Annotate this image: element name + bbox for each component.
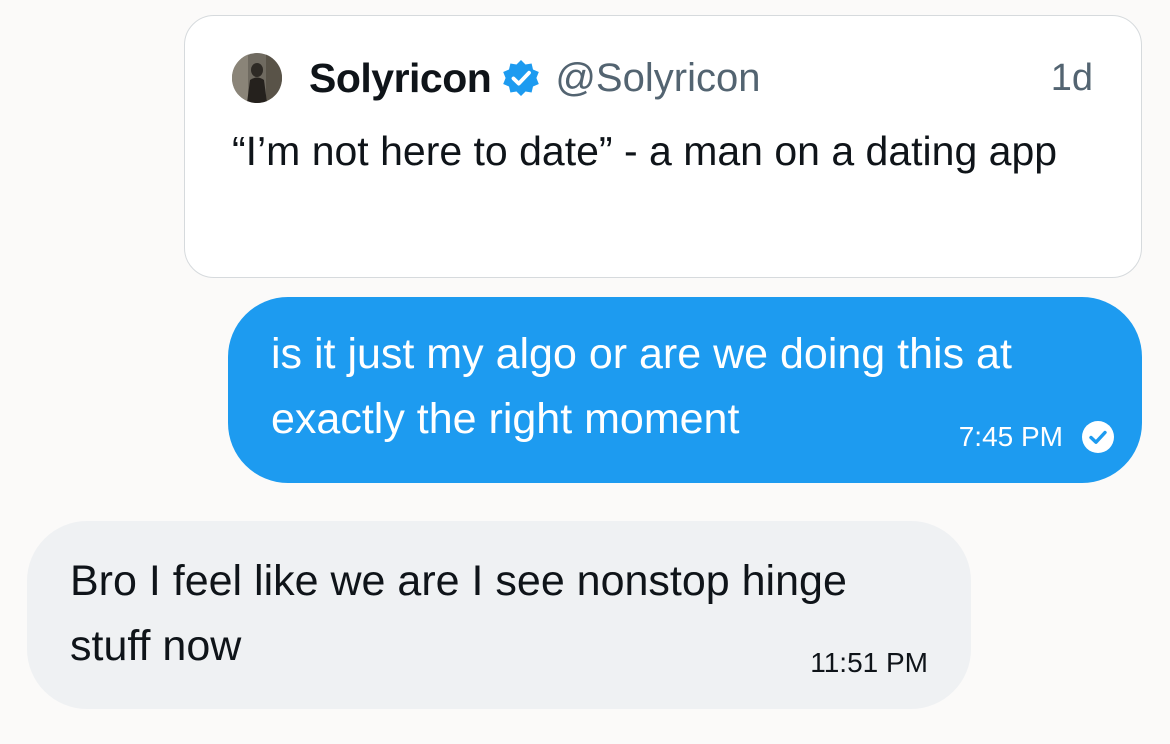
post-timestamp: 1d bbox=[1050, 56, 1093, 99]
quoted-post-header: Solyricon @Solyricon 1d bbox=[232, 52, 1093, 104]
quoted-post-card[interactable]: Solyricon @Solyricon 1d “I’m not here to… bbox=[184, 15, 1142, 278]
read-check-icon bbox=[1082, 421, 1114, 453]
author-name[interactable]: Solyricon bbox=[309, 55, 492, 102]
received-message-bubble[interactable]: Bro I feel like we are I see nonstop hin… bbox=[27, 521, 971, 709]
sent-message-bubble[interactable]: is it just my algo or are we doing this … bbox=[228, 297, 1142, 483]
received-message-text: Bro I feel like we are I see nonstop hin… bbox=[70, 557, 847, 670]
author-handle[interactable]: @Solyricon bbox=[555, 56, 760, 101]
quoted-post-text: “I’m not here to date” - a man on a dati… bbox=[232, 128, 1058, 174]
sent-message-time: 7:45 PM bbox=[958, 421, 1063, 452]
verified-badge-icon bbox=[503, 60, 540, 96]
received-message-time: 11:51 PM bbox=[810, 647, 928, 678]
avatar-image bbox=[232, 53, 282, 103]
sent-message-meta: 7:45 PM bbox=[959, 420, 1115, 454]
avatar[interactable] bbox=[232, 53, 282, 103]
